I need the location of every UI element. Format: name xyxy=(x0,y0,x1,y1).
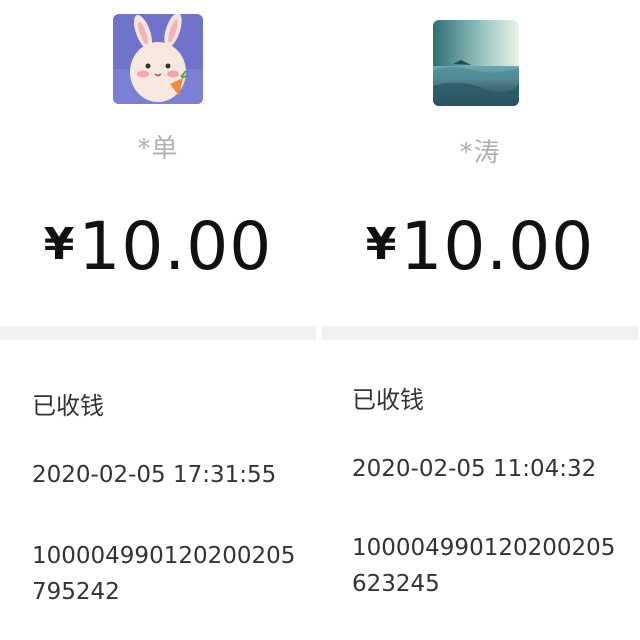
sea-landscape-avatar-icon[interactable] xyxy=(433,20,519,106)
currency-symbol: ¥ xyxy=(43,219,75,270)
payment-status: 已收钱 xyxy=(32,392,104,420)
section-divider xyxy=(0,326,316,340)
transaction-id: 100004990120200205 623245 xyxy=(352,530,615,602)
receipt-comparison: *单 ¥10.00 已收钱 2020-02-05 17:31:55 100004… xyxy=(0,0,640,640)
payer-name: *涛 xyxy=(459,138,501,168)
transaction-id-line2: 795242 xyxy=(32,579,120,605)
amount-value: 10.00 xyxy=(78,208,273,285)
payment-amount: ¥10.00 xyxy=(0,208,316,285)
transaction-id: 100004990120200205 795242 xyxy=(32,538,295,610)
currency-symbol: ¥ xyxy=(365,219,397,270)
section-divider xyxy=(322,326,638,340)
transaction-id-line2: 623245 xyxy=(352,571,440,597)
transaction-id-line1: 100004990120200205 xyxy=(352,535,616,561)
amount-value: 10.00 xyxy=(400,208,595,285)
payer-name: *单 xyxy=(137,134,179,164)
payment-datetime: 2020-02-05 11:04:32 xyxy=(352,456,597,482)
transaction-id-line1: 100004990120200205 xyxy=(32,543,296,569)
receipt-card-right: *涛 ¥10.00 已收钱 2020-02-05 11:04:32 100004… xyxy=(322,0,638,640)
payment-amount: ¥10.00 xyxy=(322,208,638,285)
payment-datetime: 2020-02-05 17:31:55 xyxy=(32,462,277,488)
payment-status: 已收钱 xyxy=(352,386,424,414)
receipt-card-left: *单 ¥10.00 已收钱 2020-02-05 17:31:55 100004… xyxy=(0,0,316,640)
bunny-avatar-icon[interactable] xyxy=(113,14,203,104)
